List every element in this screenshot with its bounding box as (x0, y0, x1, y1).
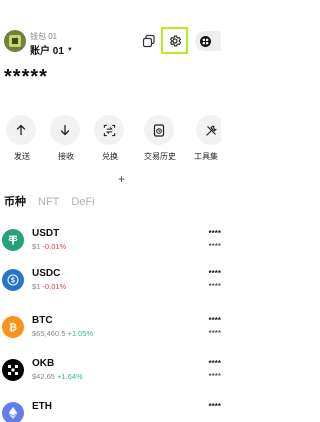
asset-price: $42.65 (32, 372, 55, 381)
arrow-up-icon (6, 115, 36, 145)
svg-text:$: $ (11, 278, 15, 285)
caret-down-icon: ▼ (66, 46, 73, 53)
asset-symbol: OKB (32, 358, 55, 369)
svg-text:₿: ₿ (9, 322, 17, 334)
add-shortcut-button[interactable]: + (118, 172, 125, 186)
action-label: 兑换 (102, 152, 118, 161)
tools-icon (196, 115, 221, 145)
usdt-token-icon (2, 229, 24, 251)
asset-price: $65,460.5 (32, 329, 66, 338)
quick-actions: 发送 接收 兑换 交易历史 工具集 (0, 113, 221, 173)
asset-symbol: BTC (32, 315, 53, 326)
asset-price-line: $42.65 +1.64% (32, 372, 83, 381)
asset-symbol: USDT (32, 228, 60, 239)
asset-change: +1.05% (67, 329, 94, 338)
asset-amount: **** (208, 402, 221, 411)
btc-token-icon: ₿ (2, 316, 24, 338)
asset-price: $1 (32, 242, 41, 251)
tab-defi[interactable]: DeFi (71, 196, 94, 208)
asset-row-usdc[interactable]: $ USDC $1 -0.01% **** **** (0, 266, 221, 306)
account-switcher[interactable]: 账户 01 ▼ (30, 42, 73, 57)
swap-action[interactable]: 兑换 (88, 113, 132, 169)
settings-button[interactable] (161, 27, 188, 54)
asset-row-okb[interactable]: OKB $42.65 +1.64% **** **** (0, 356, 221, 396)
tab-tokens[interactable]: 币种 (4, 193, 26, 209)
asset-row-eth[interactable]: ETH **** (0, 399, 221, 422)
asset-change: -0.01% (42, 242, 67, 251)
tools-action[interactable]: 工具集 (190, 113, 221, 169)
eth-token-icon (2, 402, 24, 422)
okb-token-icon (2, 359, 24, 381)
history-action[interactable]: 交易历史 (138, 113, 182, 169)
asset-row-usdt[interactable]: USDT $1 -0.01% **** **** (0, 226, 221, 266)
action-label: 接收 (58, 152, 74, 161)
receive-action[interactable]: 接收 (44, 113, 88, 169)
asset-price: $1 (32, 282, 41, 291)
send-action[interactable]: 发送 (0, 113, 44, 169)
history-icon (144, 115, 174, 145)
apps-menu-button[interactable] (195, 31, 221, 51)
asset-price-line: $65,460.5 +1.05% (32, 329, 93, 338)
avatar-pattern-center (12, 38, 18, 44)
apps-grid-icon (200, 35, 211, 47)
swap-icon (94, 115, 124, 145)
asset-row-btc[interactable]: ₿ BTC $65,460.5 +1.05% **** **** (0, 313, 221, 353)
asset-amount: **** (208, 269, 221, 278)
copy-icon[interactable] (142, 34, 156, 48)
action-label: 发送 (14, 152, 30, 161)
asset-symbol: ETH (32, 401, 52, 412)
asset-symbol: USDC (32, 268, 61, 279)
wallet-name: 钱包 01 (30, 32, 58, 41)
gear-icon (169, 35, 181, 46)
action-label: 工具集 (194, 152, 218, 161)
asset-value: **** (208, 329, 221, 338)
tab-nft[interactable]: NFT (38, 196, 59, 208)
arrow-down-icon (50, 115, 80, 145)
wallet-avatar[interactable] (4, 30, 26, 52)
asset-amount: **** (208, 359, 221, 368)
asset-amount: **** (208, 229, 221, 238)
asset-amount: **** (208, 316, 221, 325)
asset-price-line: $1 -0.01% (32, 282, 66, 291)
usdc-token-icon: $ (2, 269, 24, 291)
asset-value: **** (208, 242, 221, 251)
asset-tabs: 币种 NFT DeFi (4, 193, 95, 209)
total-balance[interactable]: ***** (4, 66, 48, 89)
asset-change: +1.64% (57, 372, 83, 381)
action-label: 交易历史 (144, 152, 176, 161)
asset-change: -0.01% (42, 282, 67, 291)
account-name: 账户 01 (30, 46, 64, 57)
asset-price-line: $1 -0.01% (32, 242, 66, 251)
asset-value: **** (208, 282, 221, 291)
wallet-home-screen: 钱包 01 账户 01 ▼ ***** 发送 接收 兑换 交易历史 工具集 + … (0, 0, 221, 422)
asset-value: **** (208, 372, 221, 381)
